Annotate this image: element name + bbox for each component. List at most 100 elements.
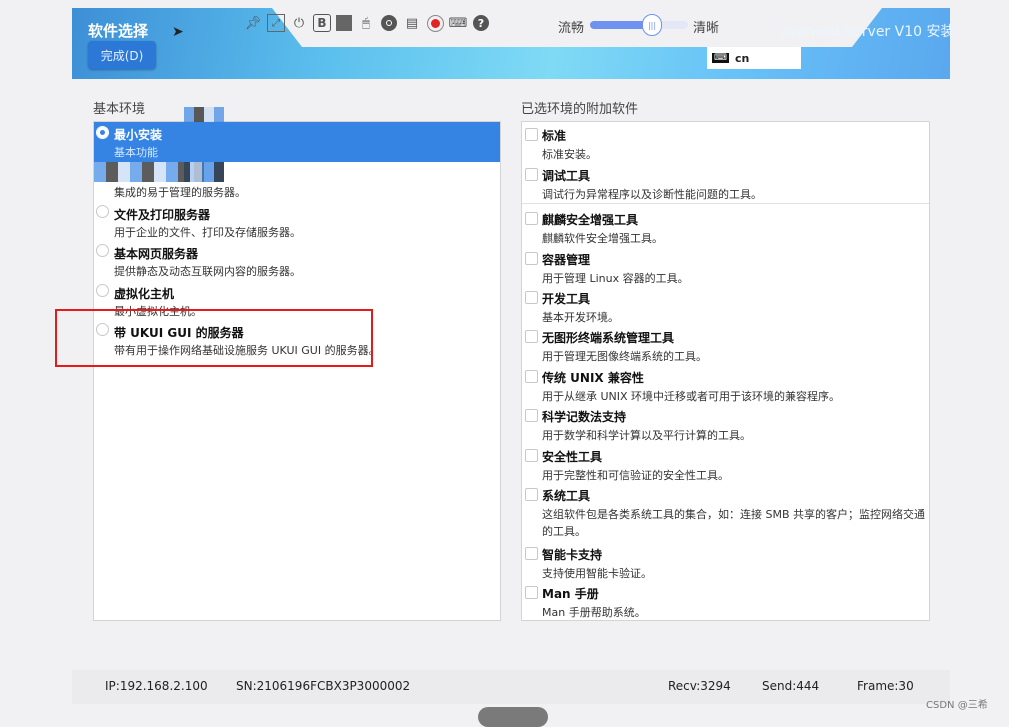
item-title: 安全性工具 — [542, 450, 603, 464]
addon-item[interactable]: Man 手册 Man 手册帮助系统。 — [522, 584, 929, 624]
separator — [522, 203, 929, 204]
addon-item[interactable]: 系统工具这组软件包是各类系统工具的集合，如：连接 SMB 共享的客户；监控网络交… — [522, 486, 929, 538]
checkbox[interactable] — [525, 291, 538, 304]
checkbox[interactable] — [525, 547, 538, 560]
quality-low-label: 流畅 — [558, 21, 585, 36]
network-icon[interactable] — [336, 15, 352, 31]
keyboard-icon: ⌨ — [712, 53, 729, 63]
serial-number: SN:2106196FCBX3P3000002 — [236, 679, 411, 693]
addon-item[interactable]: 安全性工具用于完整性和可信验证的安全性工具。 — [522, 447, 929, 487]
item-title: 科学记数法支持 — [542, 410, 627, 424]
item-title: 基本网页服务器 — [114, 247, 199, 261]
item-desc: 标准安装。 — [542, 148, 597, 161]
item-desc: 用于数学和科学计算以及平行计算的工具。 — [542, 429, 751, 442]
send-count: Send:444 — [762, 679, 820, 693]
addon-list: 标准 标准安装。 调试工具 调试行为异常程序以及诊断性能问题的工具。 麒麟安全增强工具麒… — [521, 121, 930, 621]
item-desc: 调试行为异常程序以及诊断性能问题的工具。 — [542, 188, 762, 201]
item-title: Man 手册 — [542, 587, 599, 601]
item-desc: 用于管理 Linux 容器的工具。 — [542, 272, 689, 285]
radio[interactable] — [96, 205, 109, 218]
frame-rate: Frame:30 — [857, 679, 914, 693]
checkbox[interactable] — [525, 252, 538, 265]
addon-item[interactable]: 科学记数法支持用于数学和科学计算以及平行计算的工具。 — [522, 407, 929, 447]
radio-selected[interactable] — [96, 126, 109, 139]
item-title: 开发工具 — [542, 292, 591, 306]
item-desc: 基本开发环境。 — [542, 311, 619, 324]
ip-address: IP:192.168.2.100 — [105, 679, 208, 693]
item-title: 最小安装 — [114, 128, 163, 142]
item-desc: 麒麟软件安全增强工具。 — [542, 232, 663, 245]
keyboard-layout-label: cn — [735, 51, 750, 65]
checkbox[interactable] — [525, 370, 538, 383]
radio[interactable] — [96, 244, 109, 257]
item-desc: 用于管理无图像终端系统的工具。 — [542, 350, 707, 363]
addon-item[interactable]: 智能卡支持支持使用智能卡验证。 — [522, 545, 929, 585]
mouse-icon[interactable]: 🖱︎ — [357, 14, 375, 32]
checkbox[interactable] — [525, 409, 538, 422]
status-bar: IP:192.168.2.100 SN:2106196FCBX3P3000002… — [72, 670, 950, 704]
page-indicator — [478, 707, 548, 727]
keyboard-layout-indicator[interactable]: ⌨ cn — [707, 47, 801, 69]
item-desc: 这组软件包是各类系统工具的集合，如：连接 SMB 共享的客户；监控网络交通 — [542, 508, 926, 521]
item-desc: 支持使用智能卡验证。 — [542, 567, 652, 580]
product-title: dvanced Server V10 安装 — [780, 24, 955, 40]
page-title: 软件选择 — [88, 22, 149, 40]
item-title: 传统 UNIX 兼容性 — [542, 371, 644, 385]
addon-item[interactable]: 开发工具基本开发环境。 — [522, 289, 929, 329]
environment-item-minimal[interactable]: 最小安装 基本功能 — [94, 122, 500, 162]
environment-item[interactable]: 文件及打印服务器 用于企业的文件、打印及存储服务器。 — [94, 202, 500, 242]
base-environment-heading: 基本环境 — [93, 102, 146, 117]
checkbox[interactable] — [525, 586, 538, 599]
checkbox[interactable] — [525, 212, 538, 225]
environment-list: 集成的易于管理的服务器。 最小安装 基本功能 文件及打印服务器 用于企业的文件、… — [93, 107, 501, 621]
item-title: 系统工具 — [542, 489, 591, 503]
item-desc: 基本功能 — [114, 146, 158, 159]
addon-item[interactable]: 调试工具调试行为异常程序以及诊断性能问题的工具。 — [522, 166, 929, 206]
pin-icon[interactable]: 📌︎ — [244, 14, 262, 32]
recv-count: Recv:3294 — [668, 679, 731, 693]
environment-item[interactable]: 基本网页服务器 提供静态及动态互联网内容的服务器。 — [94, 241, 500, 281]
item-title: 无图形终端系统管理工具 — [542, 331, 675, 345]
checkbox[interactable] — [525, 488, 538, 501]
checkbox[interactable] — [525, 128, 538, 141]
item-title: 智能卡支持 — [542, 548, 603, 562]
checkbox[interactable] — [525, 330, 538, 343]
item-desc: 集成的易于管理的服务器。 — [114, 186, 246, 199]
item-desc-cont: 的工具。 — [542, 525, 586, 538]
power-icon[interactable]: ⏻ — [290, 14, 308, 32]
addon-item[interactable]: 容器管理用于管理 Linux 容器的工具。 — [522, 250, 929, 290]
save-icon[interactable]: ▤ — [403, 14, 421, 32]
watermark: CSDN @三希 — [926, 700, 988, 711]
record-icon[interactable] — [426, 14, 444, 32]
item-title: 虚拟化主机 — [114, 287, 175, 301]
item-desc: 用于企业的文件、打印及存储服务器。 — [114, 226, 301, 239]
highlight-box — [55, 309, 373, 367]
addons-heading: 已选环境的附加软件 — [521, 102, 639, 117]
help-icon[interactable]: ? — [472, 14, 490, 32]
fullscreen-icon[interactable]: ⤢ — [267, 14, 285, 32]
bold-b-icon[interactable]: B — [313, 14, 331, 32]
keyboard-icon[interactable]: ⌨ — [449, 14, 468, 32]
item-desc: 用于从继承 UNIX 环境中迁移或者可用于该环境的兼容程序。 — [542, 390, 841, 403]
checkbox[interactable] — [525, 449, 538, 462]
item-desc: Man 手册帮助系统。 — [542, 606, 646, 619]
addon-item[interactable]: 传统 UNIX 兼容性用于从继承 UNIX 环境中迁移或者可用于该环境的兼容程序… — [522, 368, 929, 408]
addon-item[interactable]: 麒麟安全增强工具麒麟软件安全增强工具。 — [522, 210, 929, 250]
done-button[interactable]: 完成(D) — [88, 41, 156, 69]
item-title: 调试工具 — [542, 169, 591, 183]
quality-slider-handle[interactable]: ||| — [642, 14, 662, 36]
header-banner — [72, 8, 950, 79]
addon-item[interactable]: 标准 标准安装。 — [522, 126, 929, 166]
radio[interactable] — [96, 284, 109, 297]
item-desc: 提供静态及动态互联网内容的服务器。 — [114, 265, 301, 278]
item-desc: 用于完整性和可信验证的安全性工具。 — [542, 469, 729, 482]
mouse-cursor-icon: ➤ — [172, 24, 184, 40]
item-title: 麒麟安全增强工具 — [542, 213, 639, 227]
disc-icon[interactable] — [380, 14, 398, 32]
addon-item[interactable]: 无图形终端系统管理工具用于管理无图像终端系统的工具。 — [522, 328, 929, 368]
quality-high-label: 清晰 — [693, 21, 720, 36]
checkbox[interactable] — [525, 168, 538, 181]
item-title: 文件及打印服务器 — [114, 208, 211, 222]
item-title: 容器管理 — [542, 253, 591, 267]
toolbar-icons: 📌︎ ⤢ ⏻ B 🖱︎ ▤ ⌨ ? — [244, 14, 490, 32]
